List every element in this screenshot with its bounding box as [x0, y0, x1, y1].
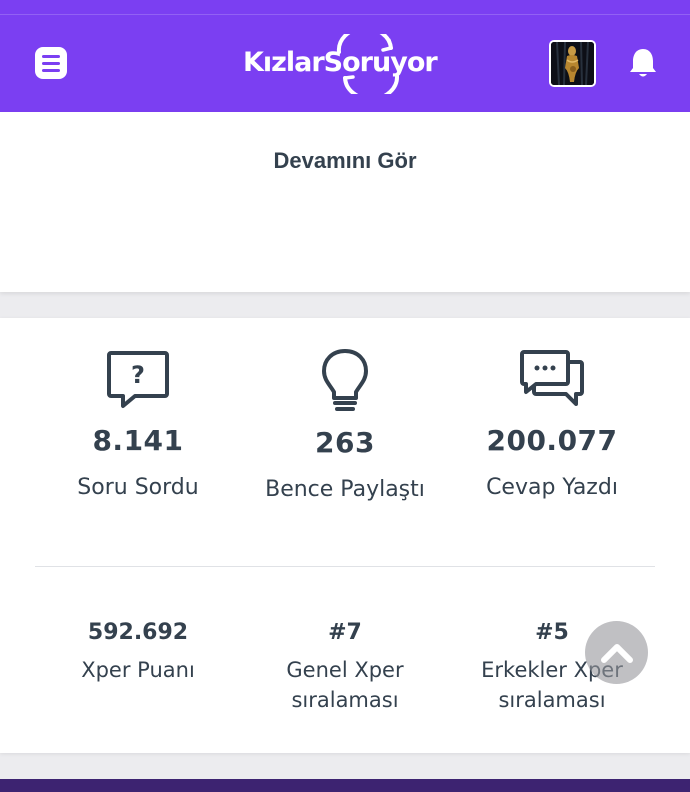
notifications-button[interactable] [627, 46, 659, 80]
scroll-to-top-button[interactable] [585, 621, 648, 684]
chevron-up-icon [600, 643, 633, 663]
stat-questions[interactable]: ? 8.141 Soru Sordu [28, 348, 248, 500]
answers-count: 200.077 [486, 424, 618, 457]
see-more-link[interactable]: Devamını Gör [0, 148, 690, 174]
xper-points-value: 592.692 [87, 620, 189, 645]
questions-count: 8.141 [92, 424, 184, 457]
profile-stats-card: ? 8.141 Soru Sordu 263 Bence Paylaştı 20… [0, 318, 690, 753]
general-xper-rank[interactable]: #7 Genel Xper sıralaması [235, 620, 455, 715]
stat-answers[interactable]: 200.077 Cevap Yazdı [442, 348, 662, 500]
footer-bar [0, 779, 690, 792]
lightbulb-icon [322, 349, 368, 411]
status-divider [0, 14, 690, 15]
bell-icon [630, 49, 656, 77]
bence-label: Bence Paylaştı [265, 477, 425, 502]
general-rank-value: #7 [328, 620, 362, 645]
menu-icon-line [42, 54, 60, 58]
content-card: Devamını Gör [0, 112, 690, 292]
xper-points[interactable]: 592.692 Xper Puanı [28, 620, 248, 685]
menu-icon-line [42, 61, 60, 65]
answers-label: Cevap Yazdı [486, 475, 618, 500]
general-rank-label-line1: Genel Xper [286, 658, 404, 682]
bence-count: 263 [315, 426, 375, 459]
chat-bubbles-icon [520, 350, 584, 406]
menu-button[interactable] [35, 47, 67, 79]
site-logo[interactable]: KızlarSoruyor [243, 34, 453, 94]
question-bubble-icon: ? [107, 351, 169, 408]
svg-text:?: ? [131, 361, 145, 389]
stat-bence[interactable]: 263 Bence Paylaştı [235, 348, 455, 502]
questions-label: Soru Sordu [77, 475, 199, 500]
menu-icon-line [42, 68, 60, 72]
avatar-image [551, 42, 594, 85]
male-rank-label-line2: sıralaması [498, 688, 606, 712]
general-rank-label: Genel Xper sıralaması [235, 655, 455, 715]
top-navigation-bar: KızlarSoruyor [0, 0, 690, 112]
xper-points-label: Xper Puanı [81, 658, 195, 682]
general-rank-label-line2: sıralaması [291, 688, 399, 712]
user-avatar[interactable] [549, 40, 596, 87]
logo-text: KızlarSoruyor [243, 47, 438, 78]
stats-divider [35, 566, 655, 567]
